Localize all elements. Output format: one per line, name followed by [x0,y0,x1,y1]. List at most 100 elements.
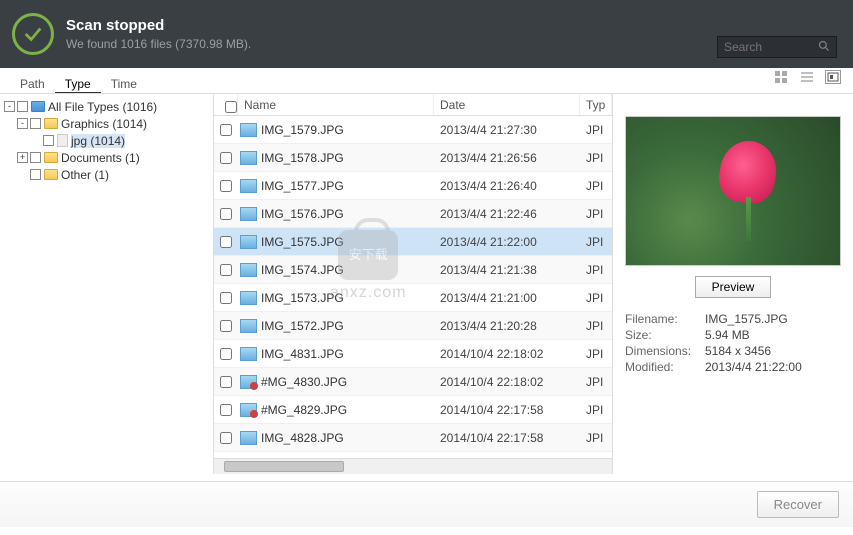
scrollbar-thumb[interactable] [224,461,344,472]
row-type-cell: JPI [580,291,612,305]
row-checkbox[interactable] [220,376,232,388]
row-date-cell: 2013/4/4 21:26:56 [434,151,580,165]
meta-label: Size: [625,328,705,342]
column-type[interactable]: Typ [580,94,612,115]
row-date-cell: 2014/10/4 22:17:58 [434,403,580,417]
table-row[interactable]: IMG_1575.JPG2013/4/4 21:22:00JPI [214,228,612,256]
row-checkbox[interactable] [220,404,232,416]
search-input[interactable] [724,40,814,54]
grid-view-icon[interactable] [773,70,789,84]
tree-label[interactable]: Other (1) [61,168,109,182]
file-name: IMG_1574.JPG [261,263,344,277]
row-checkbox-cell [214,236,238,248]
main-panel: - All File Types (1016) - Graphics (1014) jp… [0,94,853,474]
table-row[interactable]: #MG_4830.JPG2014/10/4 22:18:02JPI [214,368,612,396]
table-row[interactable]: IMG_1576.JPG2013/4/4 21:22:46JPI [214,200,612,228]
file-name: IMG_1577.JPG [261,179,344,193]
row-checkbox[interactable] [220,264,232,276]
row-date-cell: 2013/4/4 21:22:46 [434,207,580,221]
tree-label[interactable]: All File Types (1016) [48,100,157,114]
column-name[interactable]: Name [238,94,434,115]
table-row[interactable]: IMG_1574.JPG2013/4/4 21:21:38JPI [214,256,612,284]
row-checkbox[interactable] [220,348,232,360]
list-view-icon[interactable] [799,70,815,84]
preview-panel: Preview Filename:IMG_1575.JPGSize:5.94 M… [613,94,853,474]
folder-tree[interactable]: - All File Types (1016) - Graphics (1014) jp… [0,94,214,474]
tree-label[interactable]: jpg (1014) [71,134,125,148]
meta-value: IMG_1575.JPG [705,312,788,326]
tree-label[interactable]: Graphics (1014) [61,117,147,131]
expand-icon[interactable]: + [17,152,28,163]
meta-label: Modified: [625,360,705,374]
tab-type[interactable]: Type [55,74,101,93]
table-row[interactable]: IMG_1577.JPG2013/4/4 21:26:40JPI [214,172,612,200]
row-type-cell: JPI [580,375,612,389]
folder-icon [44,118,58,129]
tab-bar: Path Type Time [0,68,853,94]
folder-icon [44,169,58,180]
table-body[interactable]: IMG_1579.JPG2013/4/4 21:27:30JPIIMG_1578… [214,116,612,458]
table-header: Name Date Typ [214,94,612,116]
file-name: IMG_1573.JPG [261,291,344,305]
column-checkbox[interactable] [214,94,238,115]
folder-icon [44,152,58,163]
row-name-cell: IMG_1579.JPG [238,123,434,137]
image-file-icon [240,123,257,137]
preview-button[interactable]: Preview [695,276,772,298]
table-row[interactable]: IMG_1572.JPG2013/4/4 21:20:28JPI [214,312,612,340]
tree-checkbox[interactable] [17,101,28,112]
row-date-cell: 2013/4/4 21:20:28 [434,319,580,333]
tree-node[interactable]: jpg (1014) [4,132,209,149]
row-checkbox[interactable] [220,236,232,248]
file-name: IMG_1578.JPG [261,151,344,165]
tree-checkbox[interactable] [30,169,41,180]
row-checkbox[interactable] [220,152,232,164]
row-date-cell: 2013/4/4 21:27:30 [434,123,580,137]
row-checkbox-cell [214,180,238,192]
table-row[interactable]: IMG_1579.JPG2013/4/4 21:27:30JPI [214,116,612,144]
row-checkbox[interactable] [220,292,232,304]
table-row[interactable]: IMG_1573.JPG2013/4/4 21:21:00JPI [214,284,612,312]
search-box[interactable] [717,36,837,58]
table-row[interactable]: #MG_4829.JPG2014/10/4 22:17:58JPI [214,396,612,424]
select-all-checkbox[interactable] [225,101,237,113]
detail-view-icon[interactable] [825,70,841,84]
recover-button[interactable]: Recover [757,491,839,518]
file-name: IMG_1572.JPG [261,319,344,333]
collapse-icon[interactable]: - [4,101,15,112]
row-name-cell: IMG_1572.JPG [238,319,434,333]
row-checkbox[interactable] [220,180,232,192]
row-name-cell: IMG_1576.JPG [238,207,434,221]
table-row[interactable]: IMG_4831.JPG2014/10/4 22:18:02JPI [214,340,612,368]
row-checkbox[interactable] [220,208,232,220]
image-file-icon [240,151,257,165]
column-date[interactable]: Date [434,94,580,115]
row-checkbox-cell [214,264,238,276]
row-type-cell: JPI [580,431,612,445]
row-name-cell: IMG_4828.JPG [238,431,434,445]
tree-checkbox[interactable] [30,118,41,129]
row-name-cell: IMG_1575.JPG [238,235,434,249]
collapse-icon[interactable]: - [17,118,28,129]
row-checkbox-cell [214,320,238,332]
tree-node[interactable]: Other (1) [4,166,209,183]
tree-node[interactable]: + Documents (1) [4,149,209,166]
row-checkbox[interactable] [220,432,232,444]
checkmark-circle-icon [12,13,54,55]
tree-node[interactable]: - All File Types (1016) [4,98,209,115]
tree-checkbox[interactable] [43,135,54,146]
row-name-cell: IMG_1573.JPG [238,291,434,305]
row-type-cell: JPI [580,403,612,417]
search-icon[interactable] [818,40,830,55]
tree-node[interactable]: - Graphics (1014) [4,115,209,132]
tree-label[interactable]: Documents (1) [61,151,140,165]
meta-value: 5.94 MB [705,328,750,342]
tab-path[interactable]: Path [10,74,55,93]
table-row[interactable]: IMG_4828.JPG2014/10/4 22:17:58JPI [214,424,612,452]
row-checkbox[interactable] [220,124,232,136]
tree-checkbox[interactable] [30,152,41,163]
horizontal-scrollbar[interactable] [214,458,612,474]
table-row[interactable]: IMG_1578.JPG2013/4/4 21:26:56JPI [214,144,612,172]
row-checkbox[interactable] [220,320,232,332]
tab-time[interactable]: Time [101,74,147,93]
